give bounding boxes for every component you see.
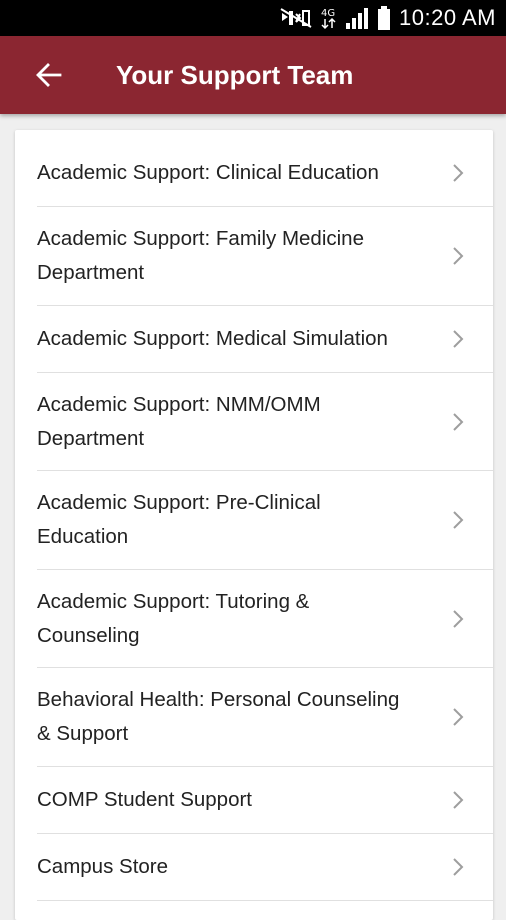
chevron-right-icon	[443, 163, 473, 183]
list-item-label: Academic Support: Tutoring & Counseling	[37, 589, 310, 647]
list-item-label: Academic Support: Family Medicine Depart…	[37, 227, 364, 284]
list-item-label: COMP Student Support	[37, 788, 252, 811]
list-item-behavioral-health[interactable]: Behavioral Health: Personal Counseling &…	[37, 668, 493, 767]
list-item-family-medicine[interactable]: Academic Support: Family Medicine Depart…	[37, 207, 493, 306]
arrow-left-icon	[36, 63, 62, 87]
list-item-label: Academic Support: Pre-Clinical Education	[37, 491, 321, 548]
chevron-right-icon	[443, 707, 473, 727]
list-item-label: Campus Store	[37, 855, 169, 878]
signal-icon	[345, 7, 369, 29]
status-time: 10:20 AM	[399, 5, 496, 30]
list-item-medical-simulation[interactable]: Academic Support: Medical Simulation	[37, 306, 493, 373]
list-item-campus-store[interactable]: Campus Store	[37, 834, 493, 901]
list-item-clinical-education[interactable]: Academic Support: Clinical Education	[37, 140, 493, 207]
back-button[interactable]	[24, 50, 74, 100]
page-title: Your Support Team	[116, 59, 354, 90]
chevron-right-icon	[443, 510, 473, 530]
list-item-comp-student-support[interactable]: COMP Student Support	[37, 767, 493, 834]
list-item-pre-clinical[interactable]: Academic Support: Pre-Clinical Education	[37, 471, 493, 570]
battery-icon	[377, 6, 391, 30]
data-4g-icon: 4G	[321, 6, 337, 30]
chevron-right-icon	[443, 412, 473, 432]
chevron-right-icon	[443, 329, 473, 349]
status-bar: 4G 10:20 AM	[0, 0, 506, 36]
chevron-right-icon	[443, 609, 473, 629]
mute-icon	[279, 7, 313, 29]
list-item-label: Academic Support: Clinical Education	[37, 161, 379, 184]
list-item-tutoring-counseling[interactable]: Academic Support: Tutoring & Counseling	[37, 570, 493, 668]
chevron-right-icon	[443, 857, 473, 877]
chevron-right-icon	[443, 246, 473, 266]
svg-text:4G: 4G	[321, 8, 335, 19]
support-team-list: Academic Support: Clinical Education Aca…	[15, 130, 493, 920]
app-bar: Your Support Team	[0, 36, 506, 114]
list-item-nmm-omm[interactable]: Academic Support: NMM/OMM Department	[37, 373, 493, 471]
list-item-label: Academic Support: NMM/OMM Department	[37, 392, 321, 450]
list-item-label: Academic Support: Medical Simulation	[37, 327, 388, 350]
chevron-right-icon	[443, 790, 473, 810]
list-item-label: Behavioral Health: Personal Counseling &…	[37, 688, 400, 745]
